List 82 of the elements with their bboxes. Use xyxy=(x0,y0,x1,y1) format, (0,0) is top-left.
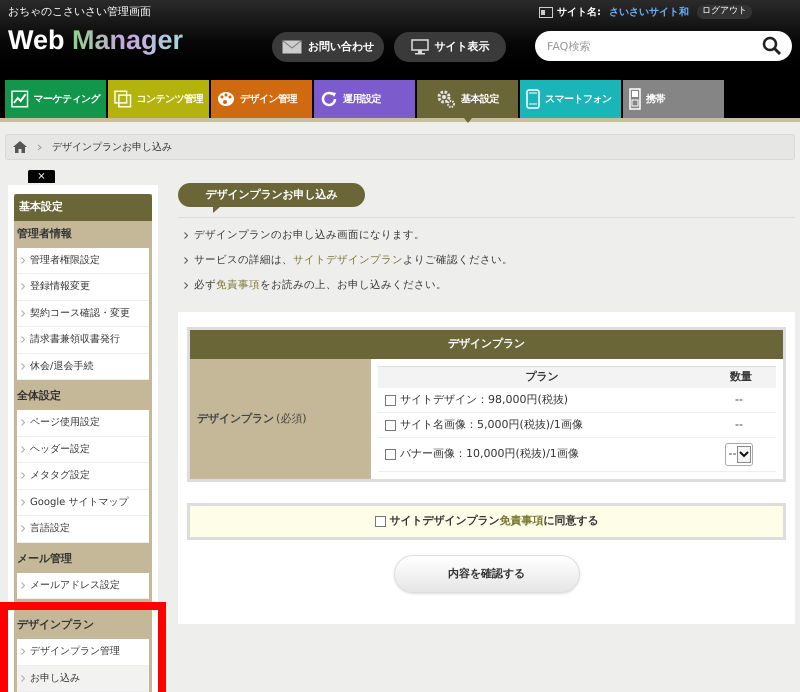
search-field[interactable]: FAQ検索 xyxy=(535,31,792,61)
header-button[interactable]: お問い合わせ xyxy=(272,32,384,62)
chevron-icon xyxy=(21,362,25,370)
site-subtitle: おちゃのこさいさい管理画面 xyxy=(8,4,152,20)
monitor-icon xyxy=(410,39,428,55)
note-text: サービスの詳細は、サイトデザインプラン よりご確認ください。 xyxy=(194,252,513,268)
field-label: デザインプラン (必須) xyxy=(190,359,371,479)
breadcrumb-item: デザインプランお申し込み xyxy=(52,140,172,154)
checkbox[interactable] xyxy=(385,420,396,430)
sidebar-item[interactable]: 休会/退会手続 xyxy=(17,354,149,380)
nav-tab[interactable]: 携帯 xyxy=(623,80,724,118)
sidebar-section-title: 管理者情報 xyxy=(16,226,73,242)
quantity-text: -- xyxy=(735,392,743,408)
sidebar-item[interactable]: 契約コース確認・変更 xyxy=(17,300,149,327)
chevron-icon xyxy=(37,144,42,150)
column-header: 数量 xyxy=(728,369,753,386)
sidebar-section-title: 全体設定 xyxy=(16,388,62,404)
nav-tab[interactable]: 運用設定 xyxy=(314,80,415,118)
sidebar-item[interactable]: ページ使用設定 xyxy=(17,410,149,436)
close-tab[interactable]: × xyxy=(28,170,55,183)
home-icon[interactable] xyxy=(13,141,27,153)
palette-icon xyxy=(217,90,235,108)
checkbox[interactable] xyxy=(385,449,396,460)
nav-tab[interactable]: 基本設定 xyxy=(417,80,518,118)
chevron-icon xyxy=(184,257,188,264)
page-heading: デザインプランお申し込み xyxy=(178,183,365,207)
checkbox[interactable] xyxy=(374,516,386,527)
sidebar-item[interactable]: 管理者権限設定 xyxy=(17,248,149,274)
confirm-button[interactable]: 内容を確認する xyxy=(394,555,580,593)
nav-tab[interactable]: マーケティング xyxy=(5,80,106,118)
link[interactable]: 免責事項 xyxy=(216,278,260,291)
pages-icon xyxy=(114,90,132,108)
search-icon[interactable] xyxy=(762,36,782,56)
caret-icon xyxy=(737,446,752,463)
quantity-text: -- xyxy=(735,416,743,433)
plan-option: バナー画像：10,000円(税抜)/1画像 xyxy=(400,446,709,463)
site-name-label: サイト名: xyxy=(557,6,601,20)
link[interactable]: 免責事項 xyxy=(500,514,544,528)
chevron-icon xyxy=(21,283,25,290)
chevron-icon xyxy=(21,674,25,682)
sidebar-title: 基本設定 xyxy=(14,194,152,220)
chevron-icon xyxy=(21,582,25,589)
column-header: プラン xyxy=(524,369,560,386)
id-card-icon xyxy=(539,6,553,18)
sidebar-item[interactable]: メールアドレス設定 xyxy=(17,572,149,599)
link[interactable]: サイトデザインプラン xyxy=(293,254,403,266)
sidebar-section-title: デザインプラン xyxy=(16,617,95,634)
site-name: さいさいサイト和 xyxy=(609,6,689,20)
refresh-icon xyxy=(320,90,338,108)
chevron-icon xyxy=(21,472,25,480)
chevron-icon xyxy=(21,648,25,656)
form-title: デザインプラン xyxy=(190,330,783,359)
nav-tab[interactable]: デザイン管理 xyxy=(211,80,312,118)
note-text: 必ず免責事項をお読みの上、お申し込みください。 xyxy=(194,278,447,293)
plan-option: サイトデザイン：98,000円(税抜) xyxy=(400,392,709,408)
chevron-icon xyxy=(184,282,188,289)
chevron-icon xyxy=(21,256,25,264)
logout-button[interactable]: ログアウト xyxy=(697,5,752,19)
header-button[interactable]: サイト表示 xyxy=(394,32,506,62)
chevron-icon xyxy=(21,446,25,453)
sidebar-item[interactable]: Google サイトマップ xyxy=(17,490,149,516)
envelope-icon xyxy=(282,40,302,54)
chevron-icon xyxy=(21,419,25,426)
sidebar-item[interactable]: デザインプラン管理 xyxy=(17,639,149,666)
quantity-select[interactable]: -- xyxy=(724,443,754,466)
smartphone-icon xyxy=(526,89,540,109)
gear-icon xyxy=(436,89,456,109)
chart-icon xyxy=(11,90,28,108)
sidebar-item[interactable]: ヘッダー設定 xyxy=(17,436,149,463)
chevron-icon xyxy=(21,336,25,344)
speech-tail xyxy=(213,206,221,213)
chevron-icon xyxy=(21,498,25,506)
sidebar-section-title: メール管理 xyxy=(16,550,73,567)
note-text: デザインプランのお申し込み画面になります。 xyxy=(194,228,425,243)
sidebar-item[interactable]: お申し込み xyxy=(17,666,149,692)
chevron-icon xyxy=(21,525,25,532)
chevron-icon xyxy=(21,310,25,317)
plan-option: サイト名画像：5,000円(税抜)/1画像 xyxy=(400,416,709,434)
agreement-text: サイトデザインプラン免責事項に同意する xyxy=(390,513,598,530)
checkbox[interactable] xyxy=(385,394,396,406)
chevron-icon xyxy=(184,232,188,239)
mobile-phone-icon xyxy=(629,88,641,110)
